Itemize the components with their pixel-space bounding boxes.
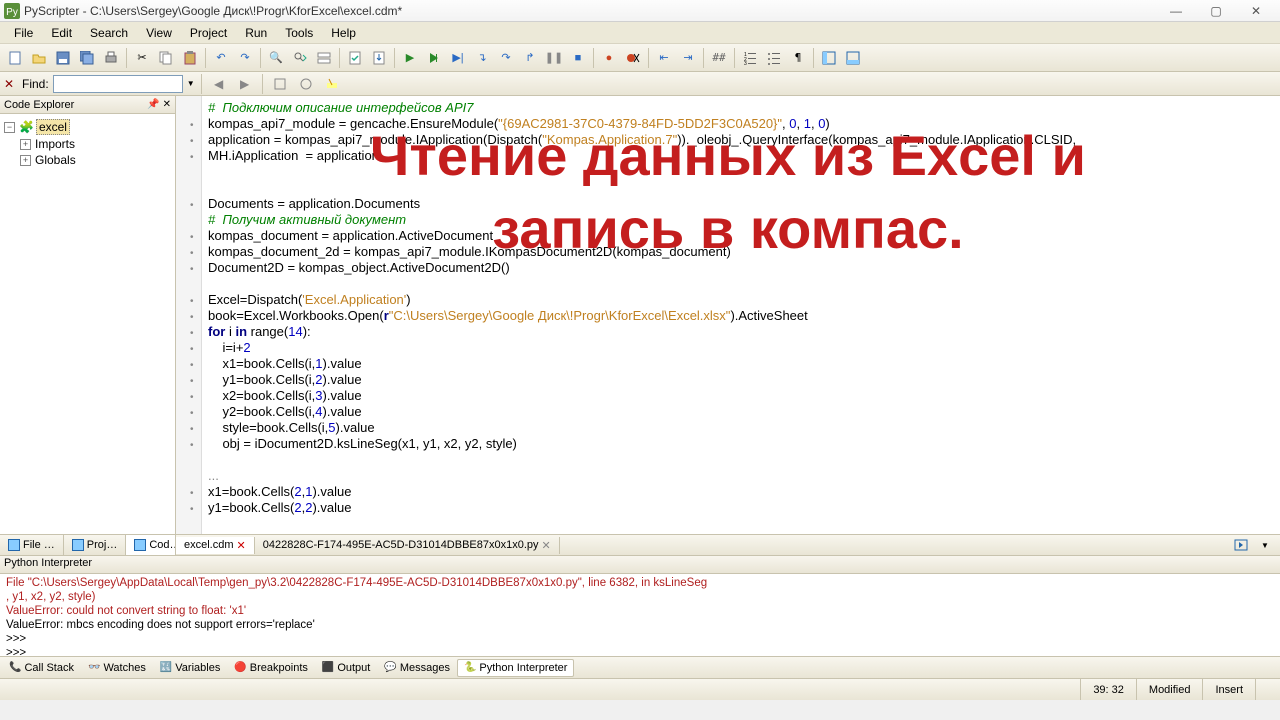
- bottom-tab-variables[interactable]: 🔣 Variables: [153, 659, 228, 677]
- tab-nav-icon[interactable]: [1230, 534, 1252, 556]
- dedent-icon[interactable]: ⇤: [653, 47, 675, 69]
- cut-icon[interactable]: ✂: [131, 47, 153, 69]
- maximize-button[interactable]: ▢: [1196, 1, 1236, 21]
- menu-file[interactable]: File: [6, 24, 41, 42]
- title-bar: Py PyScripter - C:\Users\Sergey\Google Д…: [0, 0, 1280, 22]
- status-insert: Insert: [1202, 679, 1255, 700]
- find-next-icon[interactable]: [289, 47, 311, 69]
- menu-tools[interactable]: Tools: [277, 24, 321, 42]
- expand-icon[interactable]: +: [20, 139, 31, 150]
- find-bar: ✕ Find: ▼ ◀ ▶: [0, 72, 1280, 96]
- side-tab[interactable]: File …: [0, 535, 64, 555]
- editor-tab[interactable]: 0422828C-F174-495E-AC5D-D31014DBBE87x0x1…: [255, 537, 560, 554]
- open-icon[interactable]: [28, 47, 50, 69]
- side-tab[interactable]: Proj…: [64, 535, 127, 555]
- find-icon[interactable]: 🔍: [265, 47, 287, 69]
- pin-icon[interactable]: 📌 ✕: [147, 99, 171, 110]
- comment-icon[interactable]: ##: [708, 47, 730, 69]
- find-dropdown-icon[interactable]: ▼: [187, 79, 195, 88]
- menu-run[interactable]: Run: [237, 24, 275, 42]
- menu-bar: FileEditSearchViewProjectRunToolsHelp: [0, 22, 1280, 44]
- clear-breakpoints-icon[interactable]: [622, 47, 644, 69]
- redo-icon[interactable]: ↷: [234, 47, 256, 69]
- undo-icon[interactable]: ↶: [210, 47, 232, 69]
- close-button[interactable]: ✕: [1236, 1, 1276, 21]
- minimize-button[interactable]: —: [1156, 1, 1196, 21]
- code-explorer-panel: Code Explorer 📌 ✕ −🧩 excel + Imports + Glo…: [0, 96, 176, 534]
- pause-icon[interactable]: ❚❚: [543, 47, 565, 69]
- stop-icon[interactable]: ■: [567, 47, 589, 69]
- find-close-icon[interactable]: ✕: [4, 77, 18, 91]
- status-position: 39: 32: [1080, 679, 1136, 700]
- copy-icon[interactable]: [155, 47, 177, 69]
- replace-icon[interactable]: [313, 47, 335, 69]
- step-out-icon[interactable]: ↱: [519, 47, 541, 69]
- code-explorer-header: Code Explorer 📌 ✕: [0, 96, 175, 114]
- debug-icon[interactable]: [423, 47, 445, 69]
- save-icon[interactable]: [52, 47, 74, 69]
- module-icon: 🧩: [19, 120, 34, 134]
- status-modified: Modified: [1136, 679, 1203, 700]
- tab-close-icon[interactable]: ✕: [237, 539, 246, 552]
- menu-view[interactable]: View: [138, 24, 180, 42]
- main-toolbar: ✂ ↶ ↷ 🔍 ▶ ▶| ↴ ↷ ↱ ❚❚ ■ ● ⇤ ⇥ ## 123 ¶: [0, 44, 1280, 72]
- numbered-list-icon[interactable]: 123: [739, 47, 761, 69]
- save-all-icon[interactable]: [76, 47, 98, 69]
- find-prev-icon[interactable]: ◀: [208, 74, 230, 94]
- tab-close-icon[interactable]: ✕: [542, 539, 551, 552]
- side-tab[interactable]: Cod…: [126, 535, 176, 555]
- run-to-cursor-icon[interactable]: ▶|: [447, 47, 469, 69]
- expand-icon[interactable]: +: [20, 155, 31, 166]
- menu-edit[interactable]: Edit: [43, 24, 80, 42]
- find-next-icon[interactable]: ▶: [234, 74, 256, 94]
- find-opt2-icon[interactable]: [295, 74, 317, 94]
- find-input[interactable]: [53, 75, 183, 93]
- run-icon[interactable]: ▶: [399, 47, 421, 69]
- window-title: PyScripter - C:\Users\Sergey\Google Диск…: [24, 4, 1156, 18]
- paste-icon[interactable]: [179, 47, 201, 69]
- tree-item[interactable]: Imports: [35, 137, 75, 151]
- syntax-check-icon[interactable]: [344, 47, 366, 69]
- find-label: Find:: [22, 77, 49, 91]
- bottom-tab-watches[interactable]: 👓 Watches: [81, 659, 153, 677]
- bottom-tab-output[interactable]: ⬛ Output: [315, 659, 377, 677]
- menu-search[interactable]: Search: [82, 24, 136, 42]
- bottom-tab-python-interpreter[interactable]: 🐍 Python Interpreter: [457, 659, 575, 677]
- code-editor[interactable]: # Подключим описание интерфейсов API7kom…: [176, 96, 1280, 534]
- collapse-icon[interactable]: −: [4, 122, 15, 133]
- interpreter-header: Python Interpreter: [0, 556, 1280, 574]
- indent-icon[interactable]: ⇥: [677, 47, 699, 69]
- special-chars-icon[interactable]: ¶: [787, 47, 809, 69]
- find-opt1-icon[interactable]: [269, 74, 291, 94]
- layout-icon[interactable]: [818, 47, 840, 69]
- tab-strip: File … Proj… Cod… excel.cdm ✕ 0422828C-F…: [0, 534, 1280, 556]
- menu-help[interactable]: Help: [323, 24, 364, 42]
- step-into-icon[interactable]: ↴: [471, 47, 493, 69]
- breakpoint-icon[interactable]: ●: [598, 47, 620, 69]
- status-bar: 39: 32 Modified Insert: [0, 678, 1280, 700]
- layout2-icon[interactable]: [842, 47, 864, 69]
- bullet-list-icon[interactable]: [763, 47, 785, 69]
- svg-text:Py: Py: [6, 7, 18, 18]
- tab-list-icon[interactable]: ▼: [1254, 534, 1276, 556]
- app-icon: Py: [4, 3, 20, 19]
- tree-root[interactable]: excel: [36, 119, 70, 135]
- editor-tab[interactable]: excel.cdm ✕: [176, 537, 255, 554]
- tree-item[interactable]: Globals: [35, 153, 76, 167]
- bottom-tab-breakpoints[interactable]: 🔴 Breakpoints: [227, 659, 315, 677]
- python-interpreter[interactable]: File "C:\Users\Sergey\AppData\Local\Temp…: [0, 574, 1280, 656]
- bottom-tab-call-stack[interactable]: 📞 Call Stack: [2, 659, 81, 677]
- find-highlight-icon[interactable]: [321, 74, 343, 94]
- step-over-icon[interactable]: ↷: [495, 47, 517, 69]
- bottom-tabs: 📞 Call Stack👓 Watches🔣 Variables🔴 Breakp…: [0, 656, 1280, 678]
- import-module-icon[interactable]: [368, 47, 390, 69]
- editor-gutter: [176, 96, 202, 534]
- menu-project[interactable]: Project: [182, 24, 235, 42]
- code-explorer-tree[interactable]: −🧩 excel + Imports + Globals: [0, 114, 175, 172]
- bottom-tab-messages[interactable]: 💬 Messages: [377, 659, 457, 677]
- svg-text:3: 3: [744, 61, 747, 65]
- print-icon[interactable]: [100, 47, 122, 69]
- new-icon[interactable]: [4, 47, 26, 69]
